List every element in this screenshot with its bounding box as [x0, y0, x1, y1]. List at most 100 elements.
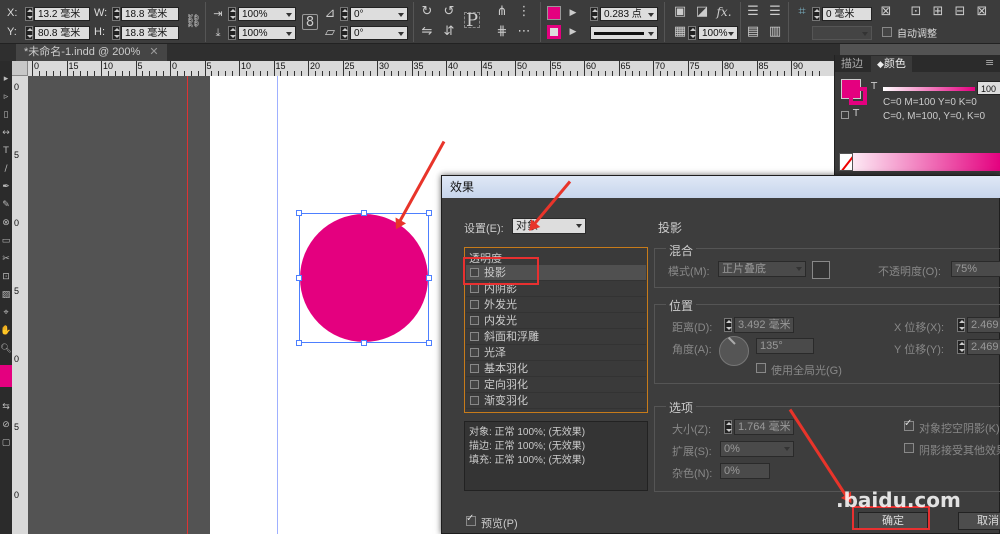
honor-effects-checkbox[interactable]: [904, 443, 914, 453]
effect-item-basic-feather[interactable]: 基本羽化: [466, 361, 646, 377]
no-color-icon[interactable]: ⊘: [0, 419, 12, 431]
x-stepper[interactable]: [25, 7, 33, 21]
noise-field[interactable]: 0%: [720, 463, 770, 479]
pen-tool-icon[interactable]: ✒: [0, 181, 12, 193]
stroke-type-field[interactable]: [590, 26, 658, 40]
selection-handle[interactable]: [296, 275, 302, 281]
ellipse-frame-tool-icon[interactable]: ⊗: [0, 217, 12, 229]
effect-checkbox[interactable]: [470, 396, 479, 405]
angle-field[interactable]: 135°: [756, 338, 814, 354]
fx-icon[interactable]: fx.: [716, 4, 732, 20]
eyedropper-tool-icon[interactable]: ⌖: [0, 307, 12, 319]
y-offset-field[interactable]: 2.469 毫: [967, 339, 1000, 355]
effect-item-gradient-feather[interactable]: 渐变羽化: [466, 393, 646, 409]
h-field[interactable]: 18.8 毫米: [121, 26, 179, 40]
flip-horizontal-icon[interactable]: ⇋: [419, 24, 435, 40]
effect-checkbox[interactable]: [470, 364, 479, 373]
effect-checkbox[interactable]: [470, 300, 479, 309]
effect-item-satin[interactable]: 光泽: [466, 345, 646, 361]
effect-item-directional-feather[interactable]: 定向羽化: [466, 377, 646, 393]
effect-item-inner-glow[interactable]: 内发光: [466, 313, 646, 329]
constrain-proportions-icon[interactable]: ⛓: [185, 14, 202, 30]
use-global-light-checkbox[interactable]: [756, 363, 766, 373]
rotate-stepper[interactable]: [340, 7, 348, 21]
vertical-ruler[interactable]: 0 5 0 5 0 5 0: [12, 76, 28, 534]
stroke-weight-field[interactable]: 0.283 点: [600, 7, 658, 21]
stroke-dropdown-icon[interactable]: ▶: [565, 24, 581, 40]
h-stepper[interactable]: [112, 26, 120, 40]
text-mini-icon[interactable]: T: [853, 108, 859, 119]
preview-checkbox[interactable]: [466, 513, 476, 526]
x-offset-field[interactable]: 2.469 毫: [967, 317, 1000, 333]
type-tool-icon[interactable]: T: [0, 145, 12, 157]
color-ramp[interactable]: [839, 153, 1000, 171]
opacity-field[interactable]: 75%: [951, 261, 1000, 277]
scale-y-stepper[interactable]: [228, 26, 236, 40]
frame-fitting-icon[interactable]: ⌗: [794, 4, 810, 20]
fill-dropdown-icon[interactable]: ▶: [565, 5, 581, 21]
y-stepper[interactable]: [25, 26, 33, 40]
y-offset-stepper[interactable]: [957, 340, 965, 354]
stroke-weight-stepper[interactable]: [590, 7, 598, 21]
shadow-color-swatch[interactable]: [812, 261, 830, 279]
scale-x-stepper[interactable]: [228, 7, 236, 21]
selection-handle[interactable]: [296, 210, 302, 216]
swap-colors-icon[interactable]: ⇆: [0, 401, 12, 413]
select-container-icon[interactable]: ⋔: [494, 4, 510, 20]
x-field[interactable]: 13.2 毫米: [34, 7, 90, 21]
rotate-cw-icon[interactable]: ↻: [419, 4, 435, 20]
pencil-tool-icon[interactable]: ✎: [0, 199, 12, 211]
tint-field[interactable]: 100: [977, 81, 1000, 95]
scale-x-field[interactable]: 100%: [238, 7, 296, 21]
selection-handle[interactable]: [426, 275, 432, 281]
horizontal-ruler[interactable]: 0 15 10 5 0 5 10 15 20 25 30 35 40 45 50 55 60 65 70 75 80 85…: [28, 61, 840, 76]
effect-checkbox[interactable]: [470, 348, 479, 357]
line-tool-icon[interactable]: /: [0, 163, 12, 175]
flip-vertical-icon[interactable]: ⇵: [441, 24, 457, 40]
select-next-icon[interactable]: ⋯: [516, 24, 532, 40]
selection-tool-icon[interactable]: ▸: [0, 73, 12, 85]
selection-handle[interactable]: [296, 340, 302, 346]
opacity-field[interactable]: 100%: [698, 26, 738, 40]
page-tool-icon[interactable]: ▯: [0, 109, 12, 121]
align-center-icon[interactable]: ☰: [767, 4, 783, 20]
fill-proportionally-icon[interactable]: ⊠: [974, 4, 990, 20]
tint-slider[interactable]: [883, 87, 975, 91]
scissors-tool-icon[interactable]: ✂: [0, 253, 12, 265]
size-stepper[interactable]: [724, 420, 732, 434]
tab-color[interactable]: ◆颜色: [871, 56, 912, 72]
wrap-none-icon[interactable]: ▤: [745, 24, 761, 40]
spread-field[interactable]: 0%: [720, 441, 794, 457]
offset-field[interactable]: 0 毫米: [822, 7, 872, 21]
mode-dropdown[interactable]: 正片叠底: [718, 261, 806, 277]
x-offset-stepper[interactable]: [957, 318, 965, 332]
knockout-checkbox[interactable]: [904, 418, 914, 431]
shadow-icon[interactable]: ◪: [694, 4, 710, 20]
text-frame-icon[interactable]: P: [464, 12, 480, 30]
offset-stepper[interactable]: [812, 7, 820, 21]
w-stepper[interactable]: [112, 7, 120, 21]
effect-checkbox[interactable]: [470, 284, 479, 293]
fill-swatch[interactable]: [547, 6, 561, 20]
ruler-origin[interactable]: [12, 61, 28, 76]
link-scale-icon[interactable]: 8: [302, 14, 318, 30]
effect-checkbox[interactable]: [470, 380, 479, 389]
wrap-around-icon[interactable]: ▥: [767, 24, 783, 40]
screen-mode-icon[interactable]: ▢: [0, 437, 12, 449]
center-content-icon[interactable]: ⊟: [952, 4, 968, 20]
gap-tool-icon[interactable]: ↔: [0, 127, 12, 139]
opacity-stepper[interactable]: [688, 26, 696, 40]
settings-dropdown[interactable]: 对象: [512, 218, 586, 234]
stroke-color-swatch[interactable]: [849, 87, 867, 105]
fill-frame-icon[interactable]: ⊠: [878, 4, 894, 20]
gradient-tool-icon[interactable]: ▨: [0, 289, 12, 301]
fit-content-icon[interactable]: ⊡: [908, 4, 924, 20]
tab-stroke[interactable]: 描边: [835, 56, 869, 72]
hand-tool-icon[interactable]: ✋: [0, 325, 12, 337]
stroke-mini-icon[interactable]: [841, 111, 849, 119]
shear-field[interactable]: 0°: [350, 26, 408, 40]
zoom-tool-icon[interactable]: 🔍︎: [0, 343, 12, 355]
select-content-icon[interactable]: ⋕: [494, 24, 510, 40]
align-left-icon[interactable]: ☰: [745, 4, 761, 20]
fit-frame-icon[interactable]: ⊞: [930, 4, 946, 20]
